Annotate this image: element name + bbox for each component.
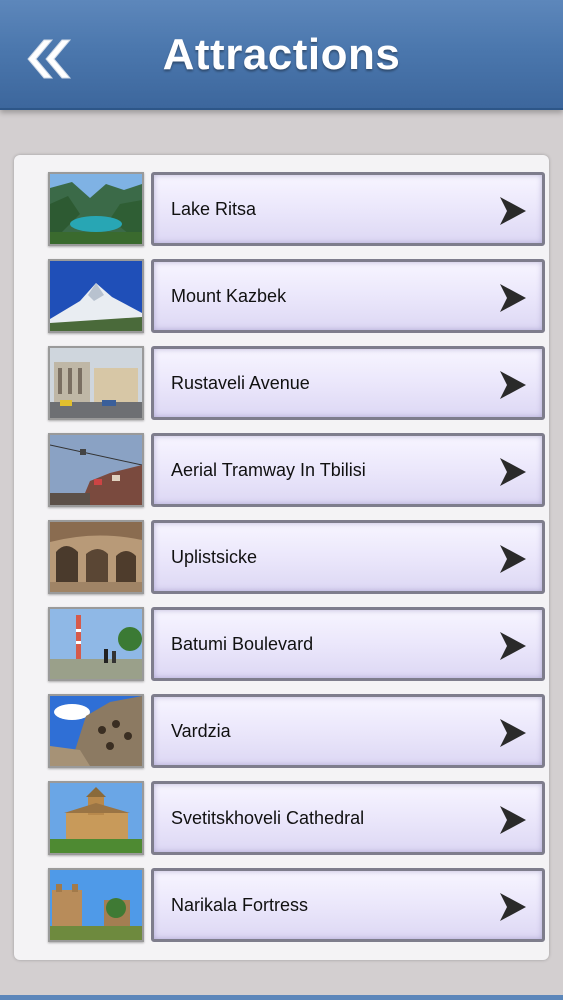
cathedral-photo: [48, 781, 144, 855]
bottom-bar: [0, 995, 563, 1000]
attraction-button[interactable]: Rustaveli Avenue: [151, 346, 545, 420]
cave-town-photo: [48, 520, 144, 594]
city-street-photo: [48, 346, 144, 420]
list-item[interactable]: Svetitskhoveli Cathedral: [34, 781, 545, 856]
chevron-right-icon: [500, 197, 526, 225]
chevron-right-icon: [500, 371, 526, 399]
attraction-label: Batumi Boulevard: [171, 634, 314, 654]
attraction-label: Lake Ritsa: [171, 199, 257, 219]
chevron-right-icon: [500, 284, 526, 312]
chevron-right-icon: [500, 719, 526, 747]
attraction-button[interactable]: Vardzia: [151, 694, 545, 768]
list-item[interactable]: Uplistsicke: [34, 520, 545, 595]
attraction-label: Narikala Fortress: [171, 895, 309, 915]
attraction-label: Rustaveli Avenue: [171, 373, 310, 393]
header-bar: Attractions: [0, 0, 563, 110]
page-title: Attractions: [162, 30, 401, 79]
cliff-monastery-photo: [48, 694, 144, 768]
attraction-button[interactable]: Lake Ritsa: [151, 172, 545, 246]
attraction-label: Aerial Tramway In Tbilisi: [171, 460, 366, 480]
list-item[interactable]: Narikala Fortress: [34, 868, 545, 943]
attraction-button[interactable]: Uplistsicke: [151, 520, 545, 594]
fortress-photo: [48, 868, 144, 942]
mountain-lake-photo: [48, 172, 144, 246]
attraction-button[interactable]: Svetitskhoveli Cathedral: [151, 781, 545, 855]
list-item[interactable]: Rustaveli Avenue: [34, 346, 545, 421]
chevron-right-icon: [500, 632, 526, 660]
boulevard-tower-photo: [48, 607, 144, 681]
attraction-label: Uplistsicke: [171, 547, 258, 567]
chevron-right-icon: [500, 806, 526, 834]
attraction-button[interactable]: Aerial Tramway In Tbilisi: [151, 433, 545, 507]
chevron-right-icon: [500, 893, 526, 921]
snowy-mountain-photo: [48, 259, 144, 333]
attraction-label: Svetitskhoveli Cathedral: [171, 808, 365, 828]
chevron-right-icon: [500, 545, 526, 573]
cable-car-city-photo: [48, 433, 144, 507]
list-item[interactable]: Lake Ritsa: [34, 172, 545, 247]
attraction-label: Vardzia: [171, 721, 231, 741]
chevron-right-icon: [500, 458, 526, 486]
attraction-button[interactable]: Batumi Boulevard: [151, 607, 545, 681]
attraction-label: Mount Kazbek: [171, 286, 287, 306]
attractions-list-panel: Lake Ritsa Mount Kazbek Rustaveli Avenue…: [14, 155, 549, 960]
list-item[interactable]: Batumi Boulevard: [34, 607, 545, 682]
attraction-button[interactable]: Narikala Fortress: [151, 868, 545, 942]
list-item[interactable]: Aerial Tramway In Tbilisi: [34, 433, 545, 508]
attraction-button[interactable]: Mount Kazbek: [151, 259, 545, 333]
list-item[interactable]: Vardzia: [34, 694, 545, 769]
list-item[interactable]: Mount Kazbek: [34, 259, 545, 334]
